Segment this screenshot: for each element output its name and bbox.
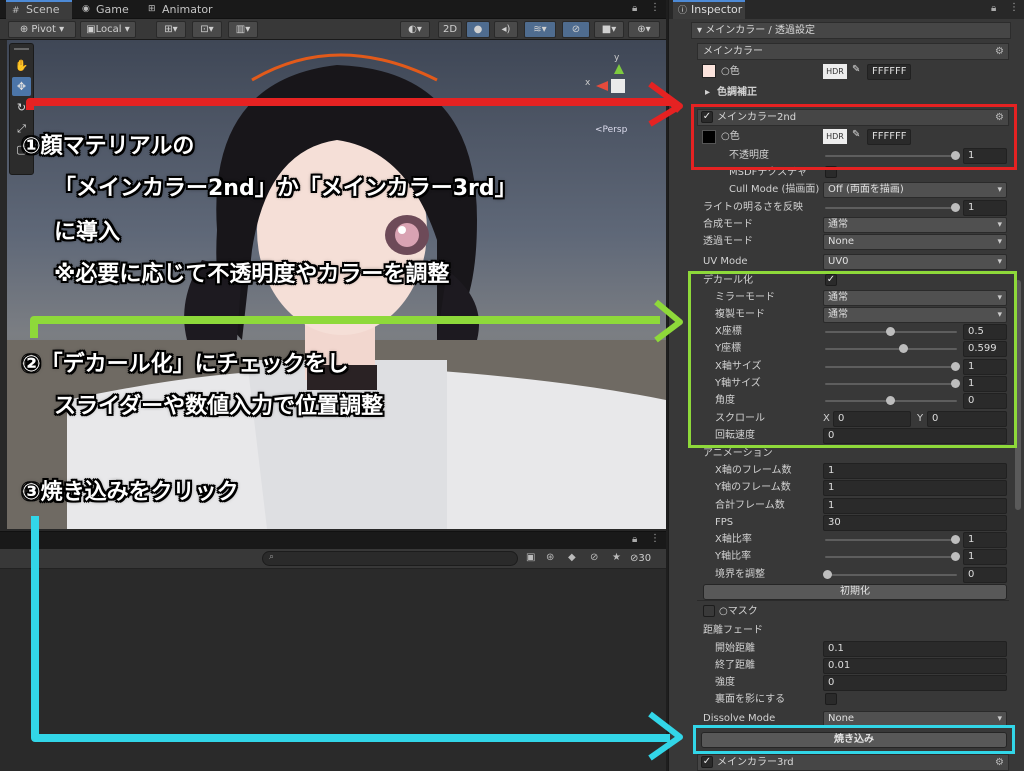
green-arrow bbox=[34, 320, 660, 338]
red-arrow bbox=[30, 102, 680, 110]
step3-line1: ③焼き込みをクリック bbox=[22, 478, 239, 508]
step1-line3: に導入 bbox=[54, 218, 120, 248]
step1-line1: ①顔マテリアルの bbox=[22, 132, 194, 162]
cyan-arrow bbox=[35, 516, 670, 738]
step2-line2: スライダーや数値入力で位置調整 bbox=[54, 392, 383, 422]
annotation-arrows bbox=[0, 0, 1024, 771]
step1-line2: 「メインカラー2nd」か「メインカラー3rd」 bbox=[54, 174, 517, 204]
step2-line1: ②「デカール化」にチェックをし bbox=[22, 350, 349, 380]
step1-line4: ※必要に応じて不透明度やカラーを調整 bbox=[54, 260, 449, 290]
